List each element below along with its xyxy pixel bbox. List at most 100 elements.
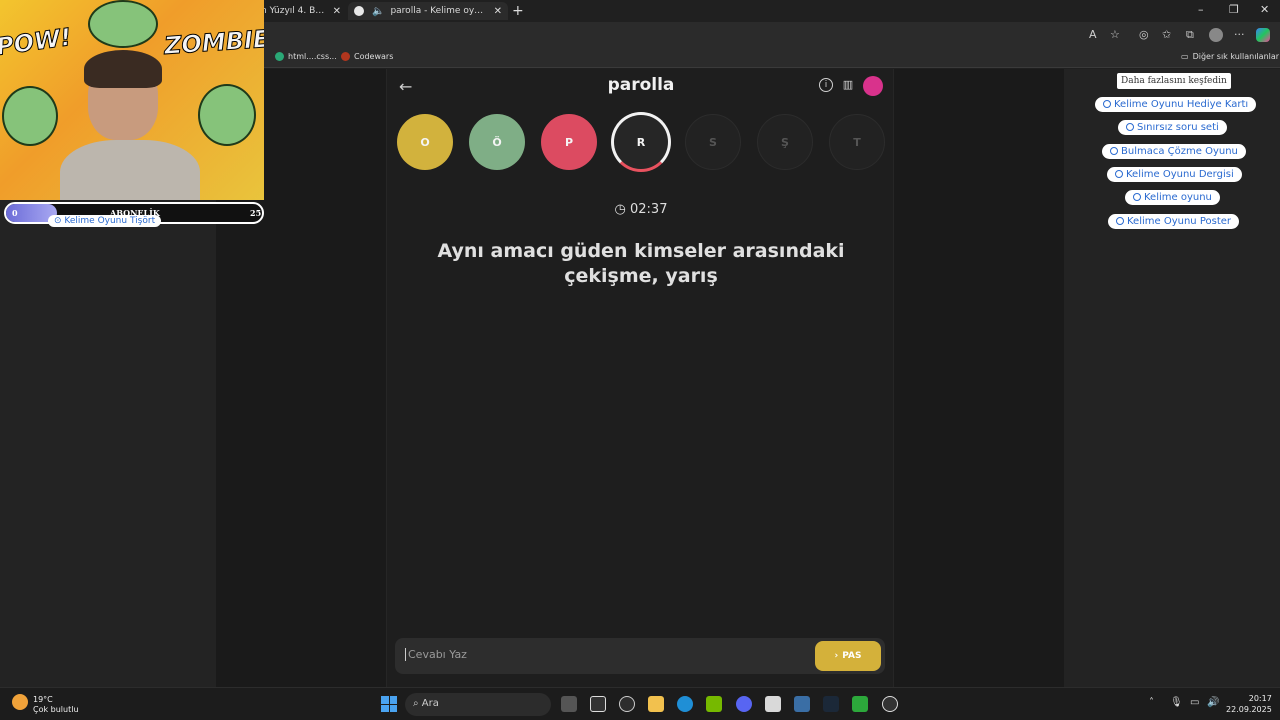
taskbar-search[interactable]: ⌕ Ara [405,693,551,716]
game-panel: ← parolla i ▥ O Ö P R S Ş T ◷ 02:37 Aynı… [386,69,894,687]
tab-label: parolla - Kelime oyunu. Günl [390,6,487,16]
answer-input[interactable] [405,648,785,661]
search-icon [1133,193,1141,201]
webcam-overlay: POW! ZOMBIE! [0,0,264,200]
zombie-illustration [88,0,158,48]
profile-avatar[interactable] [1209,28,1223,42]
timer-value: 02:37 [630,202,668,217]
favorites-icon[interactable]: ✩ [1162,28,1171,41]
letter-wheel: O Ö P R S Ş T [397,112,887,174]
search-label: Ara [421,698,439,709]
search-icon: ⌕ [413,698,422,709]
app-icon[interactable] [852,696,868,712]
avatar[interactable] [863,76,883,96]
right-side-panel [1064,69,1280,687]
letter-label: P [564,135,574,149]
weather-icon [12,694,28,710]
restore-icon[interactable]: ❐ [1229,3,1239,16]
window-close-icon[interactable]: ✕ [1260,3,1269,16]
weather-condition: Çok bulutlu [33,705,79,714]
question-text: Aynı amacı güden kimseler arasındaki çek… [437,240,845,287]
letter-bubble: Ö [469,114,525,170]
weather-text: 19°C Çok bulutlu [33,695,79,715]
answer-bar: › PAS [395,638,885,674]
letter-bubble: O [397,114,453,170]
info-icon[interactable]: i [819,78,833,92]
steam-icon[interactable] [823,696,839,712]
app-icon[interactable] [590,696,606,712]
letter-bubble: S [685,114,741,170]
streamer-hair [84,50,162,88]
minimize-icon[interactable]: – [1198,3,1204,16]
speaker-icon[interactable]: 🔈 [372,6,384,17]
more-menu-icon[interactable]: ··· [1234,28,1245,41]
copilot-icon[interactable] [1256,28,1270,42]
bookmark-html-css[interactable]: html....css... [275,52,337,61]
task-view-icon[interactable] [561,696,577,712]
close-icon[interactable]: ✕ [333,6,341,17]
obs-icon[interactable] [882,696,898,712]
search-icon: ⊙ [54,216,65,226]
letter-bubble: Ş [757,114,813,170]
chevron-up-icon[interactable]: ˄ [1149,697,1154,708]
search-icon [1116,217,1124,225]
ad-chip[interactable]: Sınırsız soru seti [1118,120,1227,135]
bookmark-codewars[interactable]: Codewars [341,52,393,61]
close-icon[interactable]: ✕ [494,6,502,17]
tab-previous[interactable]: n Yüzyıl 4. Bölüm ( ✕ [255,2,347,20]
date: 22.09.2025 [1226,705,1272,714]
windows-start-icon[interactable] [381,696,397,712]
ad-chip-label: Bulmaca Çözme Oyunu [1121,146,1238,157]
letter-label: S [709,135,717,149]
app-icon[interactable] [794,696,810,712]
ad-chip-label: Kelime Oyunu Dergisi [1126,169,1234,180]
microphone-icon[interactable]: 🎙 [1170,697,1183,708]
chatgpt-icon[interactable] [619,696,635,712]
ad-chip[interactable]: Kelime Oyunu Poster [1108,214,1240,229]
pass-button[interactable]: › PAS [815,641,881,671]
overlay-ad-chip[interactable]: ⊙ Kelime Oyunu Tişört [48,215,162,227]
favorite-star-icon[interactable]: ☆ [1110,28,1120,41]
ad-chip[interactable]: Bulmaca Çözme Oyunu [1102,144,1246,159]
time: 20:17 [1248,694,1272,703]
parolla-favicon-icon [354,6,364,16]
system-clock[interactable]: 20:17 22.09.2025 [1226,693,1272,715]
zombie-illustration [2,86,58,146]
bookmark-label: Codewars [354,52,394,61]
streamer-body [60,140,200,200]
letter-label: Ö [492,135,502,149]
sub-goal-current: 0 [12,208,18,218]
ad-chip-label: Kelime Oyunu Poster [1127,216,1232,227]
file-explorer-icon[interactable] [648,696,664,712]
letter-label: O [420,135,430,149]
search-icon [1110,147,1118,155]
ad-chip[interactable]: Kelime Oyunu Hediye Kartı [1095,97,1257,112]
edge-icon[interactable] [677,696,693,712]
temperature: 19°C [33,695,53,704]
ad-chip-label: Sınırsız soru seti [1137,122,1219,133]
letter-label: Ş [781,135,789,149]
ad-chip[interactable]: Kelime Oyunu Dergisi [1107,167,1242,182]
new-tab-icon[interactable]: + [512,3,524,19]
volume-icon[interactable]: 🔊 [1207,697,1219,708]
tab-label: n Yüzyıl 4. Bölüm ( [261,6,327,16]
discord-icon[interactable] [736,696,752,712]
letter-label: R [636,135,646,149]
letter-bubble: P [541,114,597,170]
chevron-right-icon: › [834,651,839,661]
countdown-timer: ◷ 02:37 [387,202,895,217]
ad-chip-label: Kelime Oyunu Hediye Kartı [1114,99,1249,110]
collections-icon[interactable]: ⧉ [1186,28,1194,42]
nvidia-icon[interactable] [706,696,722,712]
extensions-icon[interactable]: ◎ [1139,28,1149,41]
taskbar: 19°C Çok bulutlu ⌕ Ara ˄ 🎙 ▭ 🔊 20:17 22.0… [0,687,1280,720]
ad-chip[interactable]: Kelime oyunu [1125,190,1220,205]
streamer-figure [60,50,200,200]
app-icon[interactable] [765,696,781,712]
read-aloud-icon[interactable]: A [1089,28,1097,41]
ad-heading: Daha fazlasını keşfedin [1117,73,1231,89]
other-bookmarks[interactable]: ▭ Diğer sık kullanılanlar [1181,52,1279,61]
network-icon[interactable]: ▭ [1190,697,1199,708]
stats-icon[interactable]: ▥ [841,78,855,92]
tab-parolla[interactable]: 🔈 parolla - Kelime oyunu. Günl ✕ [348,2,508,20]
